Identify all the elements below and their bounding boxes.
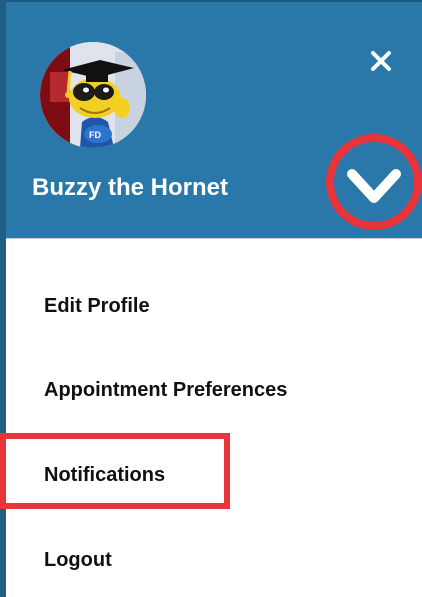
mascot-avatar-image: FD [40,42,146,148]
profile-menu: Edit Profile Appointment Preferences Not… [6,238,422,571]
menu-item-appointment-preferences[interactable]: Appointment Preferences [44,379,287,402]
chevron-down-icon [326,134,422,230]
user-name: Buzzy the Hornet [32,174,229,201]
profile-header: FD Buzzy the Hornet [6,0,422,238]
svg-text:FD: FD [89,130,101,140]
expand-profile-button[interactable] [324,132,422,232]
menu-item-notifications[interactable]: Notifications [44,464,165,487]
avatar: FD [40,42,146,148]
menu-item-edit-profile[interactable]: Edit Profile [44,295,150,318]
close-button[interactable] [364,44,398,78]
close-icon [371,51,391,71]
menu-item-logout[interactable]: Logout [44,549,112,572]
